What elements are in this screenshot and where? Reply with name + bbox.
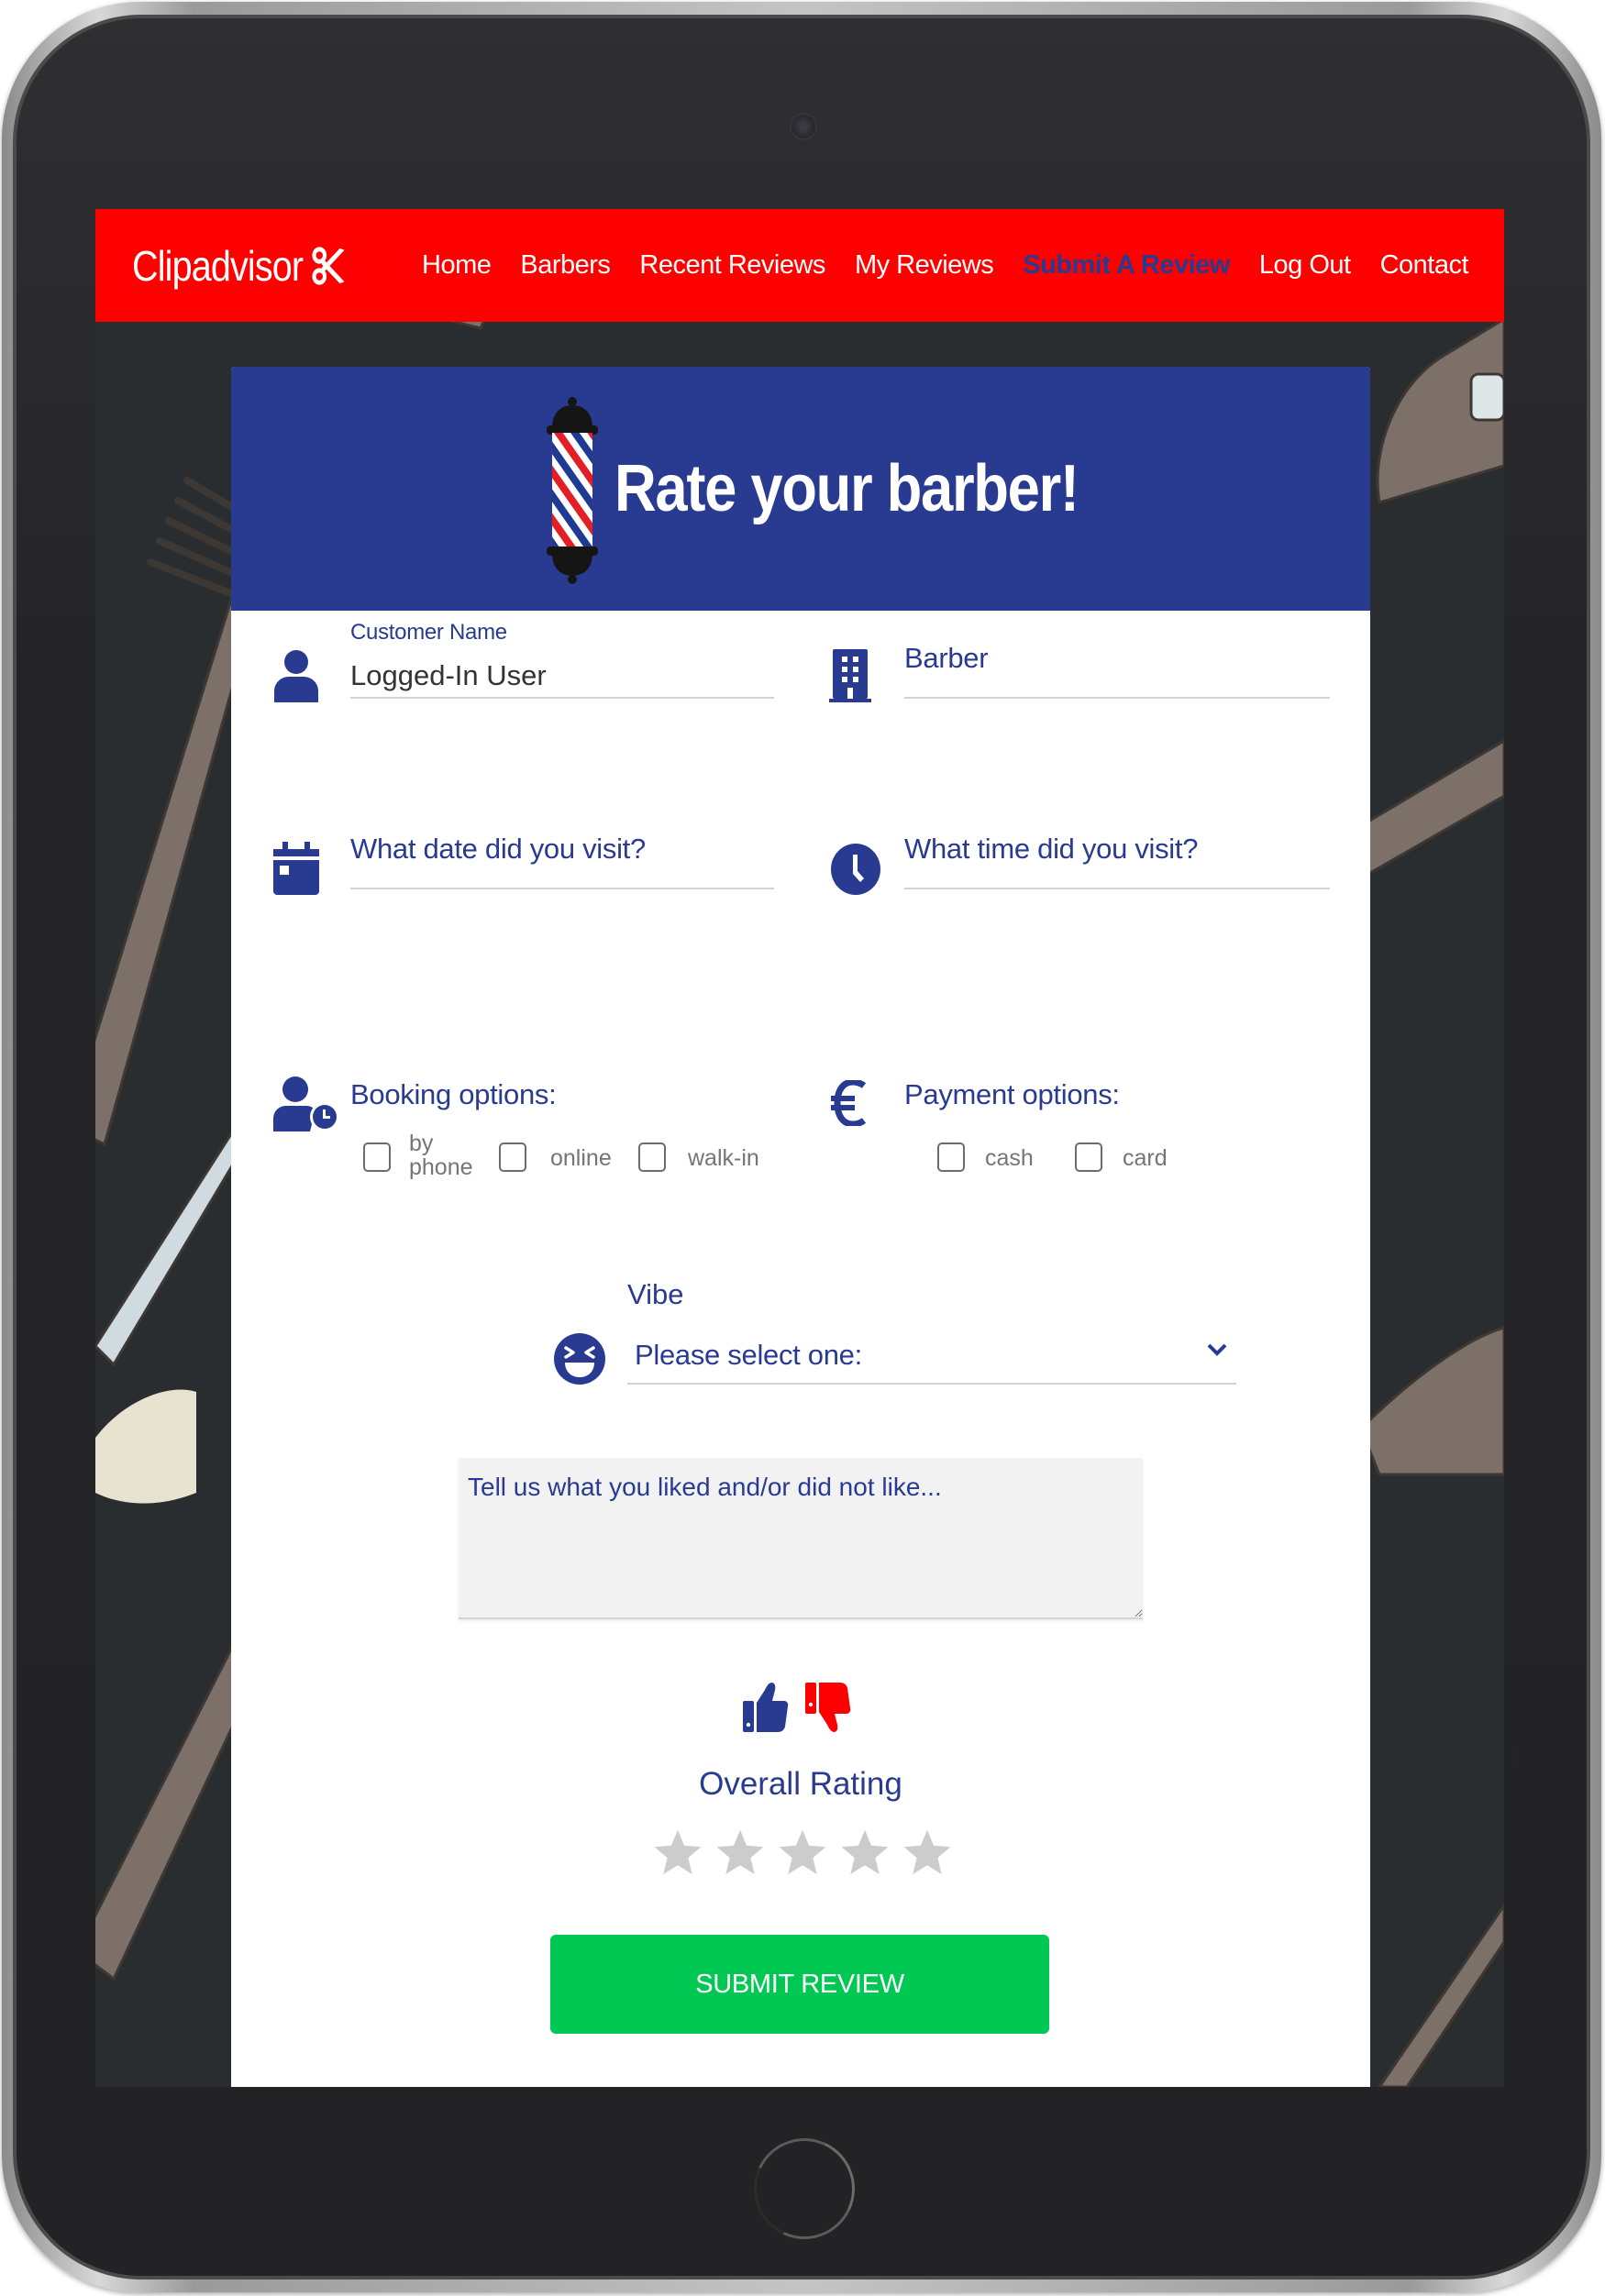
customer-name-label: Customer Name xyxy=(350,620,507,645)
booking-online-label: online xyxy=(550,1145,612,1171)
nav-link-contact[interactable]: Contact xyxy=(1380,250,1469,281)
payment-cash-checkbox[interactable] xyxy=(937,1142,965,1172)
payment-cash-label: cash xyxy=(985,1145,1034,1171)
nav-links: Home Barbers Recent Reviews My Reviews S… xyxy=(422,209,1498,322)
payment-options-label: Payment options: xyxy=(904,1078,1120,1110)
user-clock-icon xyxy=(273,1076,339,1131)
thumbs-up-icon[interactable] xyxy=(743,1681,789,1734)
rating-star-4[interactable] xyxy=(838,1827,891,1880)
booking-options-label: Booking options: xyxy=(350,1078,557,1110)
rating-star-5[interactable] xyxy=(901,1827,954,1880)
navbar: Clipadvisor Home Barbers Recent Reviews … xyxy=(95,209,1504,322)
nav-link-log-out[interactable]: Log Out xyxy=(1259,250,1351,281)
customer-name-input[interactable] xyxy=(350,655,774,699)
rating-star-2[interactable] xyxy=(714,1827,767,1880)
calendar-icon xyxy=(273,842,319,895)
vibe-label: Vibe xyxy=(627,1278,684,1310)
chevron-down-icon xyxy=(1207,1343,1227,1356)
booking-by-phone-label-line1: by xyxy=(409,1131,434,1156)
visit-time-input[interactable] xyxy=(904,845,1330,889)
star-rating xyxy=(651,1827,954,1882)
rating-star-1[interactable] xyxy=(651,1827,704,1880)
scissors-icon xyxy=(312,247,345,285)
user-icon xyxy=(274,650,318,702)
barber-input[interactable] xyxy=(904,655,1330,699)
nav-link-submit-a-review[interactable]: Submit A Review xyxy=(1023,250,1230,281)
vibe-select[interactable]: Please select one: xyxy=(627,1324,1236,1385)
screen: Clipadvisor Home Barbers Recent Reviews … xyxy=(95,209,1504,2087)
building-icon xyxy=(829,649,871,702)
nav-link-recent-reviews[interactable]: Recent Reviews xyxy=(639,250,825,281)
comments-textarea[interactable] xyxy=(459,1458,1143,1619)
thumbs-down-icon[interactable] xyxy=(805,1681,851,1734)
brand-logo[interactable]: Clipadvisor xyxy=(132,240,347,292)
booking-online-checkbox[interactable] xyxy=(499,1142,526,1172)
booking-by-phone-checkbox[interactable] xyxy=(363,1142,391,1172)
visit-date-input[interactable] xyxy=(350,845,774,889)
payment-card-checkbox[interactable] xyxy=(1075,1142,1102,1172)
page-title: Rate your barber! xyxy=(614,452,1079,525)
submit-review-button[interactable]: SUBMIT REVIEW xyxy=(550,1935,1049,2034)
booking-by-phone-label: by phone xyxy=(409,1131,473,1179)
brand-name: Clipadvisor xyxy=(132,242,304,290)
card-header: Rate your barber! xyxy=(231,367,1370,611)
overall-rating-label: Overall Rating xyxy=(699,1766,902,1802)
booking-walk-in-checkbox[interactable] xyxy=(638,1142,666,1172)
barber-pole-icon xyxy=(547,397,598,584)
euro-icon xyxy=(831,1080,866,1126)
clock-icon xyxy=(831,844,880,895)
booking-by-phone-label-line2: phone xyxy=(409,1154,473,1180)
vibe-select-value: Please select one: xyxy=(635,1339,862,1371)
nav-link-barbers[interactable]: Barbers xyxy=(520,250,611,281)
rating-star-3[interactable] xyxy=(776,1827,829,1880)
booking-walk-in-label: walk-in xyxy=(688,1145,759,1171)
nav-link-home[interactable]: Home xyxy=(422,250,492,281)
nav-link-my-reviews[interactable]: My Reviews xyxy=(855,250,994,281)
review-form-card: Rate your barber! Customer Name Barber xyxy=(231,367,1370,2087)
laughing-face-icon xyxy=(554,1333,605,1385)
front-camera xyxy=(790,113,817,140)
payment-card-label: card xyxy=(1123,1145,1168,1171)
